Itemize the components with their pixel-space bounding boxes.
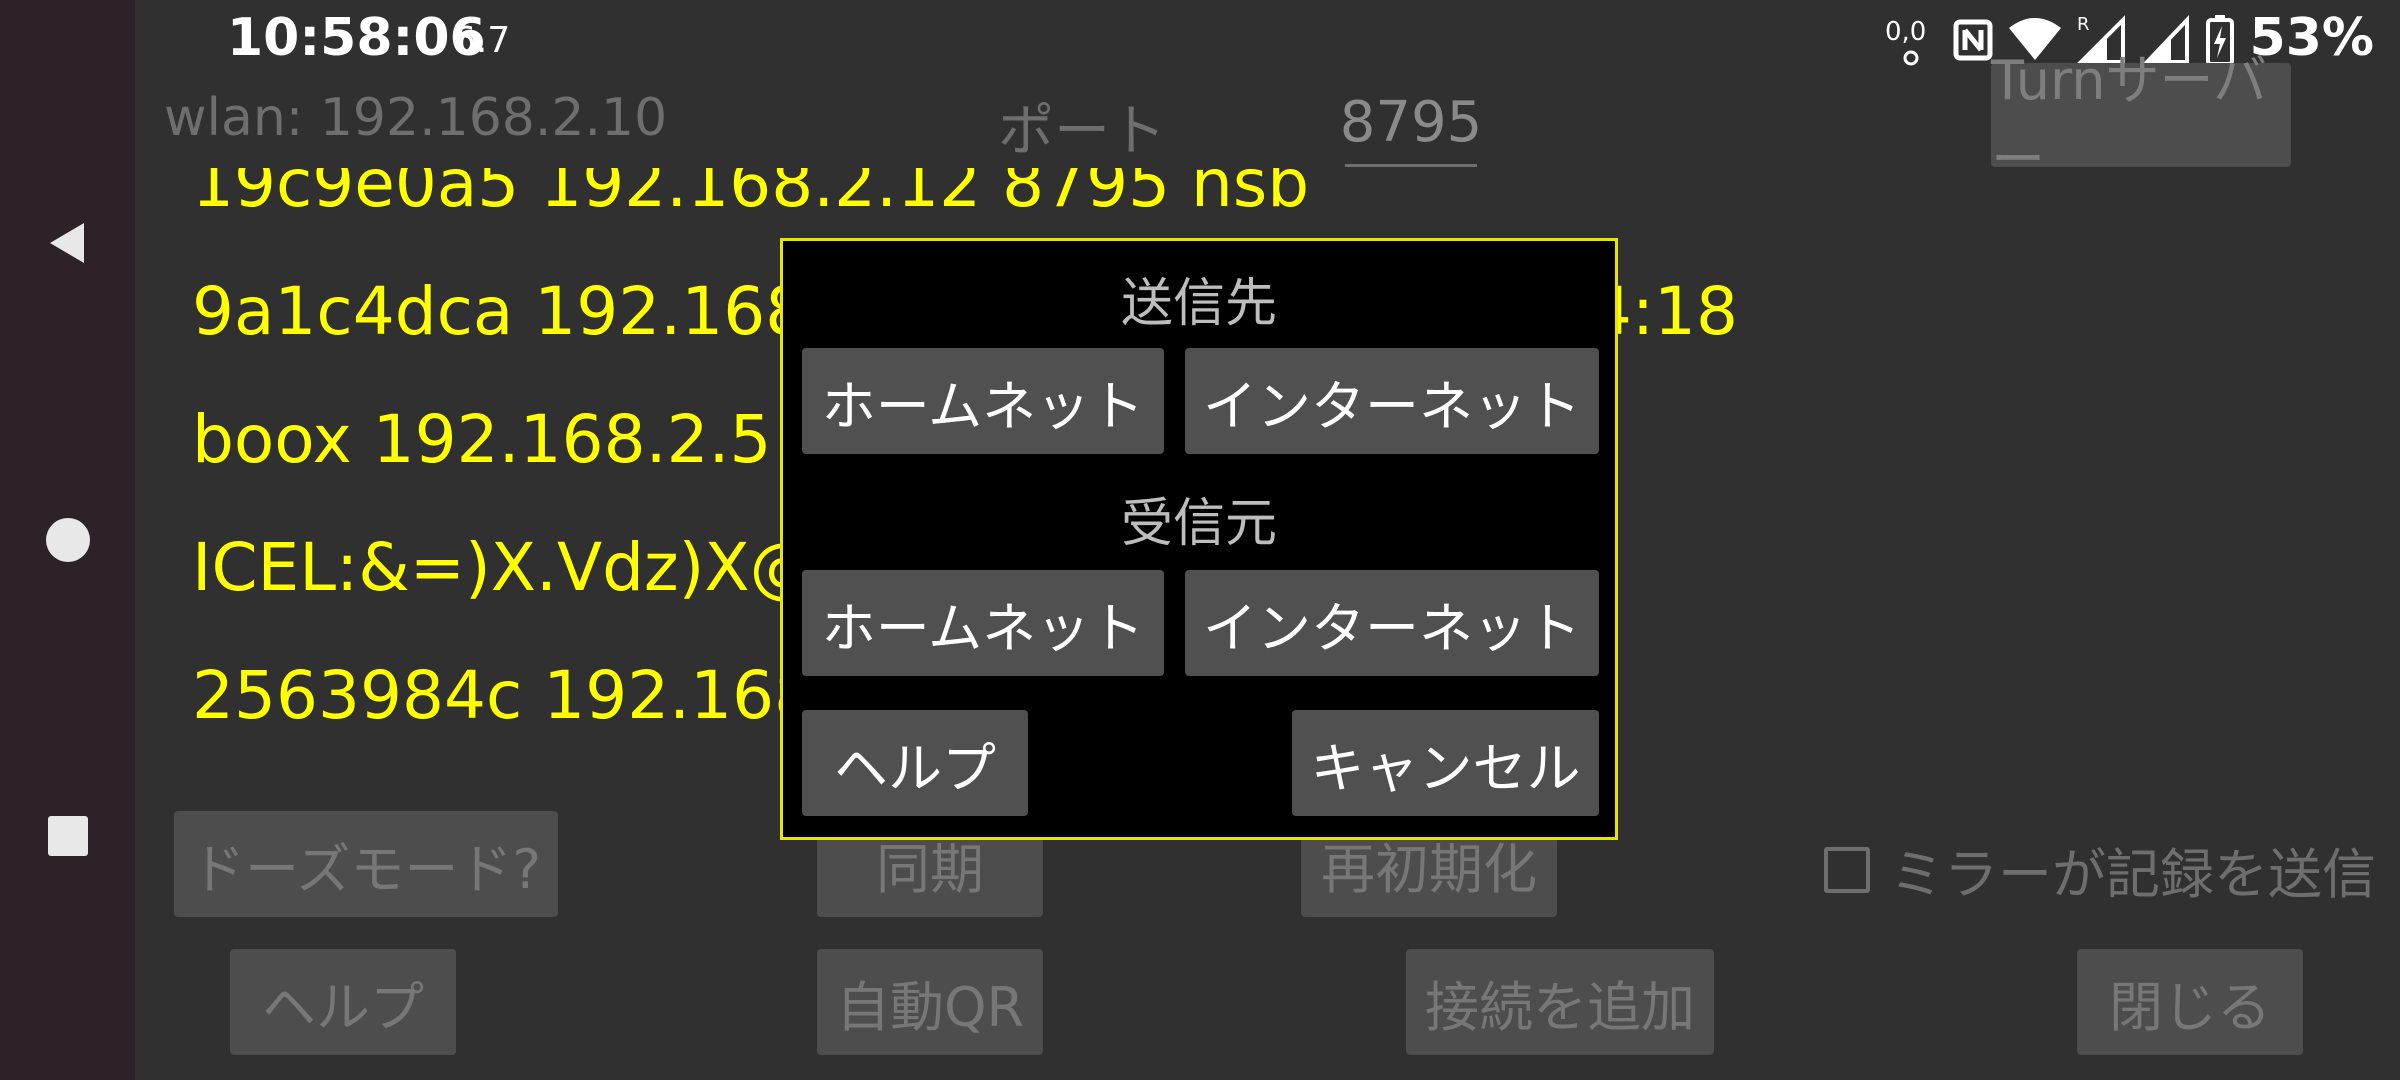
navigation-bar [0,0,135,1080]
peer-item[interactable]: 19c9e0a5 192.168.2.12 8795 nsb [192,168,1912,248]
data-activity-icon: 0,0 [1885,17,1926,66]
svg-text:0,0: 0,0 [1885,17,1926,47]
home-icon[interactable] [44,516,92,564]
svg-text:R: R [2077,14,2090,35]
port-label: ポート [998,99,1166,164]
dialog-help-button[interactable]: ヘルプ [802,710,1028,816]
recents-icon[interactable] [44,812,92,860]
back-icon[interactable] [44,219,92,267]
port-input[interactable]: 8795 [1340,80,1482,167]
doze-mode-button[interactable]: ドーズモード? [174,811,558,917]
network-select-dialog: 送信先 ホームネット インターネット 受信元 ホームネット インターネット ヘル… [780,238,1618,840]
wlan-address: wlan: 192.168.2.10 [164,88,668,148]
receive-from-title: 受信元 [1120,494,1277,554]
mirror-send-log-option[interactable]: ミラーが記録を送信 [1824,830,2376,909]
receive-home-network-button[interactable]: ホームネット [802,570,1164,676]
add-connection-button[interactable]: 接続を追加 [1406,949,1714,1055]
send-internet-button[interactable]: インターネット [1185,348,1599,454]
mirror-checkbox[interactable] [1824,846,1870,893]
clock: 10:58:06 [227,8,486,68]
receive-internet-button[interactable]: インターネット [1185,570,1599,676]
help-button[interactable]: ヘルプ [230,949,456,1055]
send-to-title: 送信先 [1120,274,1277,334]
dialog-cancel-button[interactable]: キャンセル [1292,710,1599,816]
mirror-label: ミラーが記録を送信 [1890,843,2376,906]
turn-server-button[interactable]: Turnサーバー [1991,49,2291,191]
clock-suffix: 6.7 [453,20,511,61]
nfc-icon [1953,19,1993,61]
close-button[interactable]: 閉じる [2077,949,2303,1055]
auto-qr-button[interactable]: 自動QR [817,949,1043,1055]
send-home-network-button[interactable]: ホームネット [802,348,1164,454]
